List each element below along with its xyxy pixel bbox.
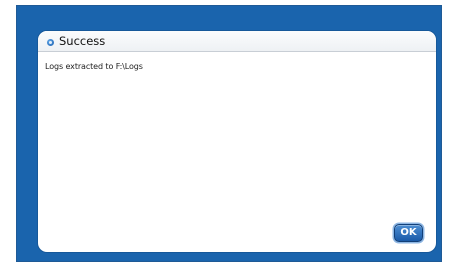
- dialog-title: Success: [59, 34, 106, 48]
- screen-background: Success Logs extracted to F:\Logs OK: [16, 5, 442, 262]
- dialog-titlebar: Success: [38, 31, 436, 52]
- success-dialog: Success Logs extracted to F:\Logs OK: [38, 31, 436, 252]
- ok-button[interactable]: OK: [394, 224, 423, 242]
- info-dot-icon: [47, 39, 54, 46]
- dialog-message: Logs extracted to F:\Logs: [45, 62, 143, 71]
